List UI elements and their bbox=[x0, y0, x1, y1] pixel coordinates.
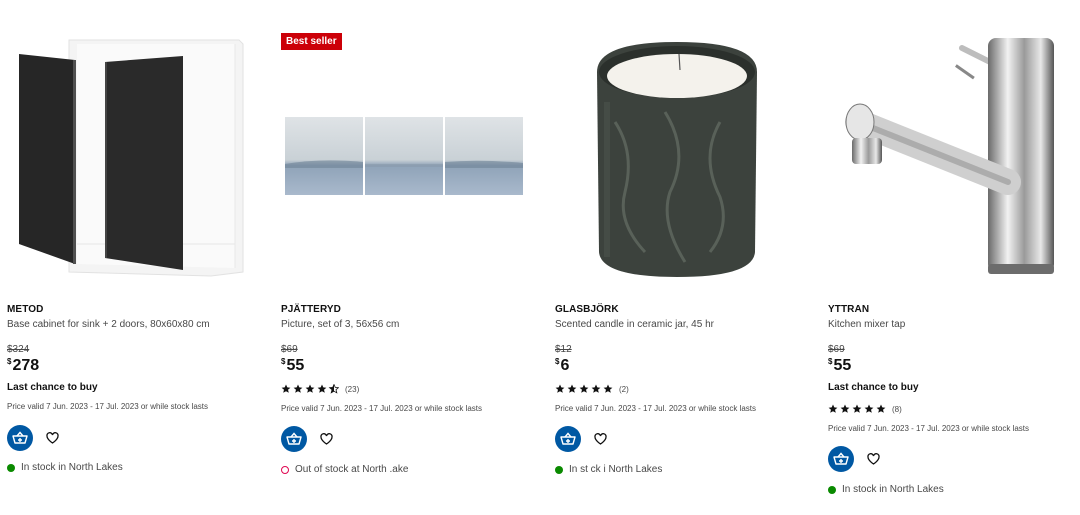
currency-symbol: $ bbox=[828, 357, 833, 366]
stock-text: In stock in North Lakes bbox=[21, 462, 123, 473]
current-price: $55 bbox=[828, 357, 851, 375]
stock-status: Out of stock at North .ake bbox=[281, 464, 408, 475]
previous-price: $12 bbox=[555, 344, 572, 355]
favourite-button[interactable] bbox=[592, 431, 608, 447]
product-image-candle[interactable] bbox=[555, 32, 817, 282]
out-of-stock-dot-icon bbox=[281, 465, 289, 474]
product-card-pjatteryd[interactable]: Best seller PJÄTTERYD Picture, set of 3,… bbox=[281, 0, 543, 515]
stock-status: In stock in North Lakes bbox=[7, 462, 123, 473]
heart-icon bbox=[45, 432, 59, 444]
current-price: $6 bbox=[555, 357, 569, 375]
add-to-cart-button[interactable] bbox=[281, 426, 307, 452]
star-rating-icon bbox=[828, 404, 886, 413]
stock-text: Out of stock at North .ake bbox=[295, 464, 409, 475]
product-description[interactable]: Kitchen mixer tap bbox=[828, 319, 905, 330]
product-card-metod[interactable]: METOD Base cabinet for sink + 2 doors, 8… bbox=[7, 0, 269, 515]
last-chance-label: Last chance to buy bbox=[7, 382, 98, 393]
star-rating-icon bbox=[281, 384, 339, 394]
currency-symbol: $ bbox=[7, 357, 12, 366]
cart-plus-icon bbox=[833, 452, 849, 465]
stock-text: In stock in North Lakes bbox=[842, 484, 944, 495]
price-valid-note: Price valid 7 Jun. 2023 - 17 Jul. 2023 o… bbox=[7, 402, 208, 411]
rating-stars[interactable]: (23) bbox=[281, 383, 359, 395]
favourite-button[interactable] bbox=[865, 451, 881, 467]
product-card-glasbjork[interactable]: GLASBJÖRK Scented candle in ceramic jar,… bbox=[555, 0, 817, 515]
price-value: 55 bbox=[833, 357, 852, 374]
price-valid-note: Price valid 7 Jun. 2023 - 17 Jul. 2023 o… bbox=[281, 404, 482, 413]
favourite-button[interactable] bbox=[318, 431, 334, 447]
rating-stars[interactable]: (2) bbox=[555, 383, 629, 395]
price-value: 55 bbox=[286, 357, 305, 374]
product-card-yttran[interactable]: YTTRAN Kitchen mixer tap $69 $55 Last ch… bbox=[828, 0, 1080, 515]
in-stock-dot-icon bbox=[555, 465, 563, 474]
stock-status: In stock in North Lakes bbox=[828, 484, 944, 495]
product-name[interactable]: PJÄTTERYD bbox=[281, 304, 341, 315]
product-name[interactable]: GLASBJÖRK bbox=[555, 304, 619, 315]
stock-status: In st ck i North Lakes bbox=[555, 464, 662, 475]
in-stock-dot-icon bbox=[828, 485, 836, 494]
product-image-cabinet[interactable] bbox=[7, 32, 269, 282]
current-price: $278 bbox=[7, 357, 39, 375]
add-to-cart-button[interactable] bbox=[555, 426, 581, 452]
favourite-button[interactable] bbox=[44, 430, 60, 446]
heart-icon bbox=[866, 453, 880, 465]
heart-icon bbox=[593, 433, 607, 445]
rating-stars[interactable]: (8) bbox=[828, 403, 902, 415]
product-name[interactable]: YTTRAN bbox=[828, 304, 869, 315]
cart-plus-icon bbox=[12, 431, 28, 444]
add-to-cart-button[interactable] bbox=[7, 425, 33, 451]
product-description[interactable]: Base cabinet for sink + 2 doors, 80x60x8… bbox=[7, 319, 210, 330]
product-image-picture[interactable] bbox=[281, 32, 543, 282]
previous-price: $69 bbox=[828, 344, 845, 355]
product-description[interactable]: Scented candle in ceramic jar, 45 hr bbox=[555, 319, 714, 330]
product-image-mixer-tap[interactable] bbox=[828, 32, 1080, 282]
price-valid-note: Price valid 7 Jun. 2023 - 17 Jul. 2023 o… bbox=[555, 404, 756, 413]
last-chance-label: Last chance to buy bbox=[828, 382, 919, 393]
cart-plus-icon bbox=[560, 432, 576, 445]
price-valid-note: Price valid 7 Jun. 2023 - 17 Jul. 2023 o… bbox=[828, 424, 1029, 433]
current-price: $55 bbox=[281, 357, 304, 375]
product-name[interactable]: METOD bbox=[7, 304, 43, 315]
rating-count: (8) bbox=[892, 404, 902, 414]
cart-plus-icon bbox=[286, 432, 302, 445]
heart-icon bbox=[319, 433, 333, 445]
stock-text: In st ck i North Lakes bbox=[569, 464, 663, 475]
price-value: 278 bbox=[12, 357, 40, 374]
product-description[interactable]: Picture, set of 3, 56x56 cm bbox=[281, 319, 399, 330]
currency-symbol: $ bbox=[555, 357, 560, 366]
previous-price: $324 bbox=[7, 344, 30, 355]
price-value: 6 bbox=[560, 357, 570, 374]
currency-symbol: $ bbox=[281, 357, 286, 366]
previous-price: $69 bbox=[281, 344, 298, 355]
rating-count: (2) bbox=[619, 384, 629, 394]
add-to-cart-button[interactable] bbox=[828, 446, 854, 472]
star-rating-icon bbox=[555, 384, 613, 393]
in-stock-dot-icon bbox=[7, 463, 15, 472]
rating-count: (23) bbox=[345, 384, 360, 394]
